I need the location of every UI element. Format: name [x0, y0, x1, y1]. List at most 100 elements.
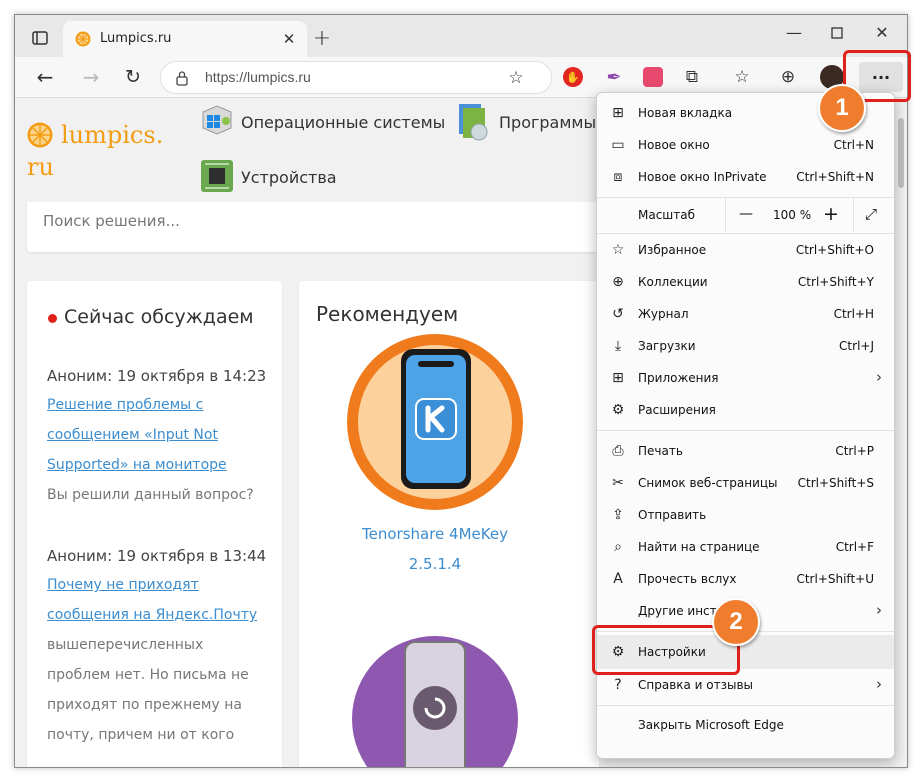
- step-badge-1: 1: [818, 84, 866, 132]
- menu-extensions[interactable]: ⚙ Расширения: [597, 394, 894, 426]
- menu-label: Прочесть вслух: [638, 572, 737, 586]
- zoom-label: Масштаб: [638, 208, 696, 222]
- menu-label: Печать: [638, 444, 683, 458]
- product-name[interactable]: Tenorshare 4MeKey: [299, 525, 571, 543]
- product-version[interactable]: 2.5.1.4: [299, 555, 571, 573]
- comment-text: проблем нет. Но письма не: [47, 667, 249, 683]
- page-scrollbar[interactable]: [895, 98, 907, 767]
- collections-icon[interactable]: ⊕: [777, 66, 799, 88]
- menu-apps[interactable]: ⊞ Приложения ›: [597, 362, 894, 394]
- menu-label: Новое окно: [638, 138, 710, 152]
- menu-collections[interactable]: ⊕ Коллекции Ctrl+Shift+Y: [597, 266, 894, 298]
- discussion-link[interactable]: Supported» на мониторе: [47, 457, 227, 473]
- programs-icon: [455, 102, 491, 142]
- new-tab-icon[interactable]: +: [311, 26, 333, 51]
- logo-text-line1: lumpics.: [61, 121, 164, 149]
- phone-app-icon[interactable]: [346, 333, 524, 511]
- menu-shortcut: Ctrl+N: [833, 138, 874, 152]
- feather-icon[interactable]: ✒: [603, 66, 625, 88]
- window-icon: ▭: [611, 137, 625, 153]
- scrollbar-thumb[interactable]: [898, 118, 904, 188]
- zoom-divider: [725, 198, 726, 232]
- menu-label: Расширения: [638, 403, 716, 417]
- discussion-link[interactable]: сообщения на Яндекс.Почту: [47, 607, 257, 623]
- tab-lumpics[interactable]: Lumpics.ru ✕: [63, 21, 307, 57]
- find-icon: ⌕: [614, 539, 622, 555]
- chevron-right-icon: ›: [876, 675, 882, 693]
- menu-inprivate-window[interactable]: ⧈ Новое окно InPrivate Ctrl+Shift+N: [597, 161, 894, 193]
- back-icon[interactable]: ←: [33, 65, 57, 89]
- close-tab-icon[interactable]: ✕: [279, 29, 299, 49]
- menu-share[interactable]: ⇪ Отправить: [597, 499, 894, 531]
- discussion-panel: Сейчас обсуждаем Аноним: 19 октября в 14…: [27, 281, 282, 767]
- recommend-title: Рекомендуем: [316, 302, 459, 326]
- step-badge-2: 2: [712, 598, 760, 646]
- chip-icon: [199, 158, 235, 194]
- menu-separator: [597, 705, 894, 706]
- browser-window: Lumpics.ru ✕ + — ✕ ← → ↻ https://lumpics…: [14, 14, 908, 768]
- menu-downloads[interactable]: ⤓ Загрузки Ctrl+J: [597, 330, 894, 362]
- read-aloud-icon: A: [613, 571, 623, 587]
- chevron-right-icon: ›: [876, 368, 882, 386]
- menu-separator: [597, 430, 894, 431]
- menu-shortcut: Ctrl+P: [835, 444, 874, 458]
- menu-label: Коллекции: [638, 275, 708, 289]
- address-bar[interactable]: https://lumpics.ru ☆: [160, 61, 552, 94]
- menu-close-edge[interactable]: Закрыть Microsoft Edge: [597, 709, 894, 741]
- menu-label: Избранное: [638, 243, 707, 257]
- menu-shortcut: Ctrl+H: [833, 307, 874, 321]
- close-window-icon[interactable]: ✕: [871, 21, 893, 43]
- zoom-out-button[interactable]: —: [739, 206, 753, 222]
- nav-programs[interactable]: Программы: [499, 113, 596, 132]
- logo-text-line2: ru: [27, 153, 54, 181]
- download-icon: ⤓: [614, 338, 622, 354]
- comment-text: Вы решили данный вопрос?: [47, 487, 254, 503]
- refresh-icon[interactable]: ↻: [121, 66, 145, 88]
- favorites-icon[interactable]: ☆: [731, 66, 753, 88]
- printer-icon: ⎙: [612, 443, 624, 459]
- extension-pink-icon[interactable]: [643, 67, 663, 87]
- nav-os[interactable]: Операционные системы: [241, 113, 445, 132]
- search-box[interactable]: Поиск решения...: [27, 202, 599, 252]
- menu-new-window[interactable]: ▭ Новое окно Ctrl+N: [597, 129, 894, 161]
- menu-history[interactable]: ↺ Журнал Ctrl+H: [597, 298, 894, 330]
- menu-label: Загрузки: [638, 339, 696, 353]
- lock-icon: [175, 70, 189, 86]
- menu-read-aloud[interactable]: A Прочесть вслух Ctrl+Shift+U: [597, 563, 894, 595]
- help-icon: ?: [614, 677, 622, 693]
- extensions-icon[interactable]: ⧉: [681, 66, 703, 88]
- discussion-link[interactable]: Почему не приходят: [47, 577, 199, 593]
- menu-label: Справка и отзывы: [638, 678, 754, 692]
- phone-restore-icon[interactable]: [352, 636, 518, 767]
- comment-author: Аноним: 19 октября в 14:23: [47, 367, 267, 385]
- url-text: https://lumpics.ru: [205, 69, 311, 85]
- discussion-link[interactable]: сообщением «Input Not: [47, 427, 218, 443]
- search-input[interactable]: Поиск решения...: [43, 212, 180, 230]
- tab-bar: Lumpics.ru ✕ + — ✕: [15, 15, 907, 57]
- add-favorite-icon[interactable]: ☆: [505, 67, 527, 89]
- share-icon: ⇪: [612, 507, 624, 523]
- menu-favorites[interactable]: ☆ Избранное Ctrl+Shift+O: [597, 234, 894, 266]
- forward-icon[interactable]: →: [79, 65, 103, 89]
- menu-print[interactable]: ⎙ Печать Ctrl+P: [597, 435, 894, 467]
- menu-label: Закрыть Microsoft Edge: [638, 718, 784, 732]
- maximize-icon[interactable]: [827, 23, 847, 43]
- tab-actions-icon[interactable]: [29, 27, 51, 49]
- puzzle-icon: ⚙: [611, 402, 625, 418]
- fullscreen-icon[interactable]: ⤢: [865, 205, 877, 223]
- comment-text: вышеперечисленных: [47, 637, 204, 653]
- menu-find[interactable]: ⌕ Найти на странице Ctrl+F: [597, 531, 894, 563]
- menu-shortcut: Ctrl+Shift+Y: [797, 275, 874, 289]
- menu-shortcut: Ctrl+Shift+O: [795, 243, 874, 257]
- minimize-icon[interactable]: —: [783, 21, 805, 43]
- adblock-icon[interactable]: ✋: [563, 67, 583, 87]
- menu-label: Новое окно InPrivate: [638, 170, 767, 184]
- new-tab-icon: ⊞: [612, 105, 624, 121]
- discussion-link[interactable]: Решение проблемы с: [47, 397, 203, 413]
- nav-devices[interactable]: Устройства: [241, 168, 337, 187]
- zoom-value: 100 %: [773, 208, 812, 222]
- discuss-title: Сейчас обсуждаем: [64, 306, 254, 328]
- zoom-in-button[interactable]: +: [823, 203, 839, 225]
- menu-shortcut: Ctrl+Shift+U: [796, 572, 874, 586]
- menu-web-capture[interactable]: ✂ Снимок веб-страницы Ctrl+Shift+S: [597, 467, 894, 499]
